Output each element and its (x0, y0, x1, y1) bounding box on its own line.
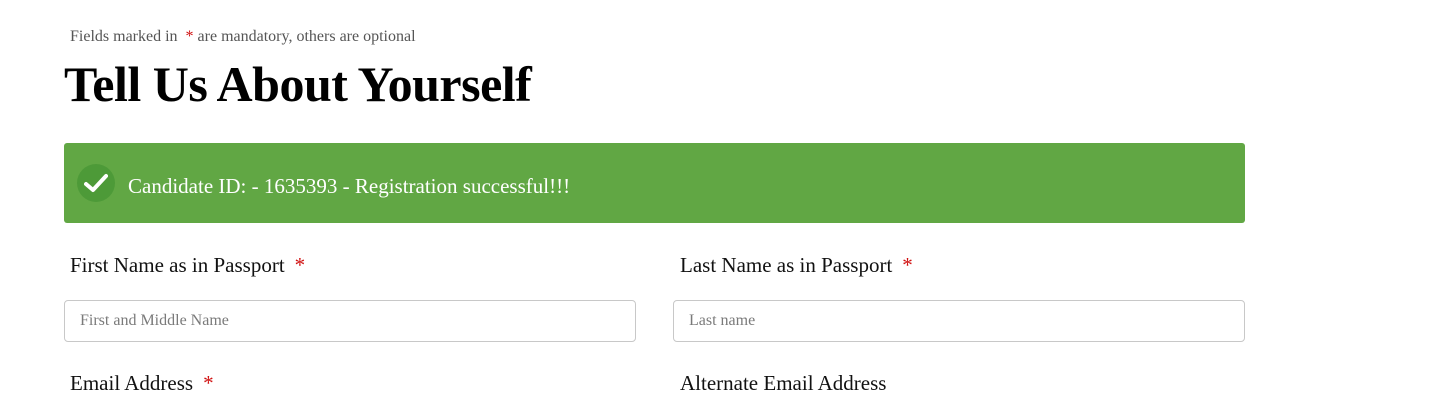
alternate-email-label-text: Alternate Email Address (680, 371, 887, 395)
last-name-label-text: Last Name as in Passport (680, 253, 893, 277)
first-name-label: First Name as in Passport * (70, 253, 305, 278)
check-circle-icon (77, 164, 115, 202)
email-label-text: Email Address (70, 371, 194, 395)
required-asterisk: * (185, 28, 194, 45)
page-title: Tell Us About Yourself (64, 56, 532, 112)
required-asterisk: * (902, 253, 913, 277)
mandatory-fields-hint: Fields marked in * are mandatory, others a… (70, 28, 416, 46)
alternate-email-label: Alternate Email Address (680, 371, 886, 396)
alert-message: Candidate ID: - 1635393 - Registration s… (128, 174, 571, 198)
first-name-label-text: First Name as in Passport (70, 253, 285, 277)
email-label: Email Address * (70, 371, 214, 396)
registration-page: Fields marked in * are mandatory, others a… (0, 0, 1437, 416)
hint-prefix: Fields marked in (70, 28, 178, 45)
hint-suffix: are mandatory, others are optional (197, 28, 416, 45)
last-name-label: Last Name as in Passport * (680, 253, 913, 278)
required-asterisk: * (294, 253, 306, 277)
first-name-input[interactable] (64, 300, 636, 342)
required-asterisk: * (203, 371, 214, 395)
last-name-input[interactable] (673, 300, 1245, 342)
success-alert: Candidate ID: - 1635393 - Registration s… (64, 143, 1245, 223)
